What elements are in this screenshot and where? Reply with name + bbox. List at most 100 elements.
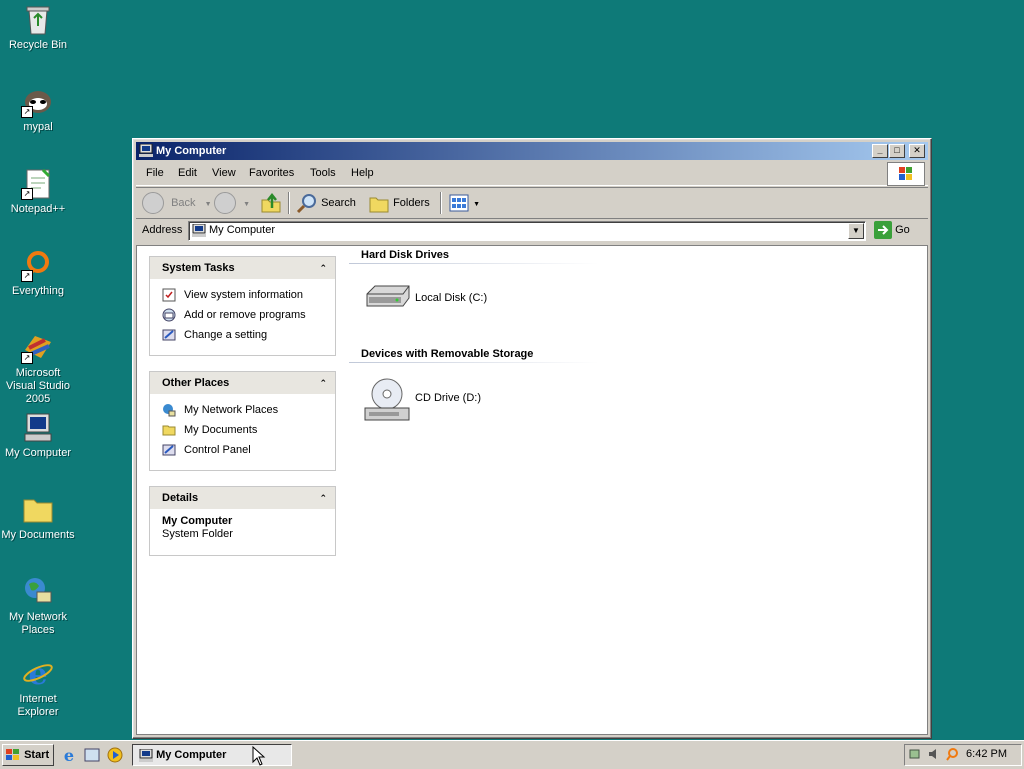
hard-disk-drives-heading: Hard Disk Drives <box>361 249 450 261</box>
desktop-icon-my-computer[interactable]: My Computer <box>0 410 76 460</box>
computer-icon <box>192 223 206 240</box>
address-input[interactable]: My Computer ▼ <box>188 221 866 241</box>
task-change-setting[interactable]: Change a setting <box>150 325 335 345</box>
task-view-system-information[interactable]: View system information <box>150 285 335 305</box>
details-name: My Computer <box>162 515 233 527</box>
menu-favorites[interactable]: Favorites <box>249 167 294 179</box>
desktop-icon-mypal[interactable]: ↗ mypal <box>0 84 76 134</box>
place-control-panel[interactable]: Control Panel <box>150 440 335 460</box>
system-tasks-header[interactable]: System Tasks ⌃ <box>150 257 335 279</box>
back-button[interactable]: Back ▼ <box>142 192 212 215</box>
task-add-remove-programs[interactable]: Add or remove programs <box>150 305 335 325</box>
desktop-icon-label: Internet Explorer <box>17 693 59 718</box>
standard-toolbar: Back ▼ ▼ Search Folders ▼ <box>136 187 928 219</box>
start-label: Start <box>24 749 50 761</box>
content-area: System Tasks ⌃ View system information A… <box>136 245 928 735</box>
chevron-down-icon: ▼ <box>473 201 480 208</box>
drive-cd-drive-d[interactable]: CD Drive (D:) <box>363 376 523 426</box>
desktop-icon-everything[interactable]: ↗ Everything <box>0 248 76 298</box>
desktop-icon-my-network-places[interactable]: My Network Places <box>0 574 76 637</box>
search-icon <box>296 194 316 214</box>
close-button[interactable]: ✕ <box>909 144 925 158</box>
tray-volume-icon[interactable] <box>927 747 941 764</box>
notepad-plus-plus-icon: ↗ <box>21 166 55 200</box>
show-desktop-icon <box>84 748 100 762</box>
menu-view[interactable]: View <box>212 167 236 179</box>
desktop-icon-label: Microsoft Visual Studio 2005 <box>5 367 70 405</box>
collapse-chevron-icon[interactable]: ⌃ <box>319 257 327 279</box>
system-info-icon <box>162 288 176 302</box>
menu-tools[interactable]: Tools <box>310 167 336 179</box>
back-arrow-icon <box>142 192 164 215</box>
collapse-chevron-icon[interactable]: ⌃ <box>319 487 327 509</box>
other-places-header[interactable]: Other Places ⌃ <box>150 372 335 394</box>
network-globe-icon <box>21 574 55 608</box>
up-folder-button[interactable] <box>260 192 282 214</box>
desktop-icon-recycle-bin[interactable]: Recycle Bin <box>0 2 76 52</box>
tray-everything-icon[interactable] <box>945 747 959 764</box>
place-my-network-places[interactable]: My Network Places <box>150 400 335 420</box>
folders-button[interactable]: Folders <box>368 192 430 214</box>
details-type: System Folder <box>162 528 233 540</box>
desktop-icon-label: Notepad++ <box>10 203 66 215</box>
start-button[interactable]: Start <box>2 744 54 766</box>
panel-title: System Tasks <box>162 262 235 274</box>
search-button[interactable]: Search <box>296 192 356 214</box>
system-tasks-panel: System Tasks ⌃ View system information A… <box>149 256 336 356</box>
minimize-button[interactable]: _ <box>872 144 888 158</box>
menu-file[interactable]: File <box>146 167 164 179</box>
maximize-button[interactable]: □ <box>889 144 905 158</box>
address-bar: Address My Computer ▼ Go <box>136 219 928 243</box>
recycle-bin-icon <box>21 2 55 36</box>
address-label: Address <box>142 224 183 236</box>
mouse-cursor-icon <box>252 746 266 766</box>
windows-logo-icon <box>887 162 925 186</box>
taskbar: Start e My Computer 6:42 PM <box>0 740 1024 769</box>
desktop-icon-internet-explorer[interactable]: e Internet Explorer <box>0 656 76 719</box>
everything-search-icon: ↗ <box>21 248 55 282</box>
collapse-chevron-icon[interactable]: ⌃ <box>319 372 327 394</box>
add-remove-programs-icon <box>162 308 176 322</box>
menu-help[interactable]: Help <box>351 167 374 179</box>
chevron-down-icon: ▼ <box>204 201 212 208</box>
taskbar-button-my-computer[interactable]: My Computer <box>132 744 292 766</box>
my-computer-window: My Computer _ □ ✕ File Edit View Favorit… <box>132 138 932 739</box>
menu-edit[interactable]: Edit <box>178 167 197 179</box>
clock: 6:42 PM <box>966 748 1007 760</box>
desktop-icon-label: My Documents <box>1 529 75 541</box>
desktop-icon-notepadpp[interactable]: ↗ Notepad++ <box>0 166 76 216</box>
quicklaunch-internet-explorer[interactable]: e <box>60 746 78 767</box>
quicklaunch-media-player[interactable] <box>106 746 124 767</box>
control-panel-icon <box>162 329 176 341</box>
quicklaunch-show-desktop[interactable] <box>83 746 101 767</box>
desktop-icon-label: mypal <box>23 121 53 133</box>
other-places-panel: Other Places ⌃ My Network Places My Docu… <box>149 371 336 471</box>
desktop-icon-label: My Computer <box>4 447 72 459</box>
internet-explorer-icon: e <box>64 746 74 765</box>
folder-icon <box>162 425 176 436</box>
panel-title: Other Places <box>162 377 230 389</box>
folders-icon <box>369 197 389 213</box>
go-button[interactable]: Go <box>874 221 910 239</box>
details-header[interactable]: Details ⌃ <box>150 487 335 509</box>
address-dropdown-button[interactable]: ▼ <box>848 223 864 239</box>
details-panel: Details ⌃ My Computer System Folder <box>149 486 336 556</box>
desktop-icon-my-documents[interactable]: My Documents <box>0 492 76 542</box>
tray-network-icon[interactable] <box>909 747 923 764</box>
views-button[interactable]: ▼ <box>448 192 480 214</box>
forward-button[interactable]: ▼ <box>214 192 250 215</box>
title-bar[interactable]: My Computer _ □ ✕ <box>136 142 928 160</box>
task-label: My Computer <box>156 749 227 761</box>
desktop-icon-visual-studio[interactable]: ↗ Microsoft Visual Studio 2005 <box>0 330 76 406</box>
folder-icon <box>21 492 55 526</box>
place-my-documents[interactable]: My Documents <box>150 420 335 440</box>
section-divider <box>349 263 599 264</box>
cd-drive-icon <box>364 378 410 421</box>
removable-storage-heading: Devices with Removable Storage <box>361 348 534 360</box>
internet-explorer-icon: e <box>21 656 55 692</box>
hard-drive-icon <box>366 285 410 307</box>
menu-bar: File Edit View Favorites Tools Help <box>136 161 928 186</box>
drive-local-disk-c[interactable]: Local Disk (C:) <box>363 278 523 328</box>
system-tray: 6:42 PM <box>904 744 1022 766</box>
chevron-down-icon: ▼ <box>243 201 250 208</box>
